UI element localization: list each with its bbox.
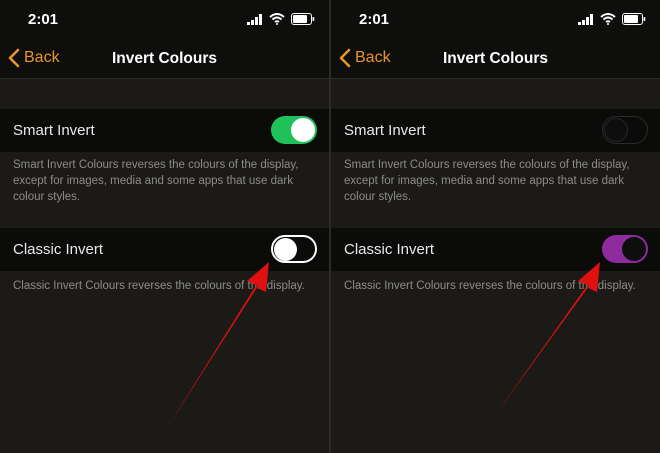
classic-invert-description: Classic Invert Colours reverses the colo… <box>344 280 636 292</box>
battery-icon <box>291 13 315 25</box>
chevron-left-icon <box>339 48 351 68</box>
navigation-bar: Back Invert Colours <box>331 40 660 79</box>
status-time: 2:01 <box>28 11 59 28</box>
smart-invert-toggle[interactable] <box>271 116 317 144</box>
classic-invert-row: Classic Invert <box>0 228 329 271</box>
smart-invert-label: Smart Invert <box>13 122 95 139</box>
cellular-signal-icon <box>578 13 593 25</box>
classic-invert-label: Classic Invert <box>13 241 104 258</box>
toggle-knob <box>291 118 315 142</box>
classic-invert-toggle[interactable] <box>602 235 648 263</box>
navigation-bar: Back Invert Colours <box>0 40 329 79</box>
battery-icon <box>622 13 646 25</box>
classic-invert-row: Classic Invert <box>331 228 660 271</box>
back-label: Back <box>24 49 60 66</box>
status-time: 2:01 <box>359 11 390 28</box>
back-label: Back <box>355 49 391 66</box>
left-screenshot-panel: 2:01 Back Invert Colours Smart Invert Sm… <box>0 0 329 453</box>
classic-invert-description: Classic Invert Colours reverses the colo… <box>13 280 305 292</box>
smart-invert-row: Smart Invert <box>331 109 660 152</box>
classic-invert-toggle[interactable] <box>271 235 317 263</box>
status-icons <box>578 13 646 25</box>
smart-invert-toggle[interactable] <box>602 116 648 144</box>
back-button[interactable]: Back <box>339 48 391 68</box>
wifi-icon <box>600 13 616 25</box>
smart-invert-description: Smart Invert Colours reverses the colour… <box>344 159 630 203</box>
toggle-knob <box>622 237 646 261</box>
status-icons <box>247 13 315 25</box>
smart-invert-label: Smart Invert <box>344 122 426 139</box>
classic-invert-label: Classic Invert <box>344 241 435 258</box>
toggle-knob <box>274 238 297 261</box>
cellular-signal-icon <box>247 13 262 25</box>
chevron-left-icon <box>8 48 20 68</box>
right-screenshot-panel: 2:01 Back Invert Colours Smart Invert Sm… <box>331 0 660 453</box>
smart-invert-description: Smart Invert Colours reverses the colour… <box>13 159 299 203</box>
status-bar: 2:01 <box>0 0 329 40</box>
status-bar: 2:01 <box>331 0 660 40</box>
wifi-icon <box>269 13 285 25</box>
smart-invert-row: Smart Invert <box>0 109 329 152</box>
back-button[interactable]: Back <box>8 48 60 68</box>
toggle-knob <box>604 118 628 142</box>
